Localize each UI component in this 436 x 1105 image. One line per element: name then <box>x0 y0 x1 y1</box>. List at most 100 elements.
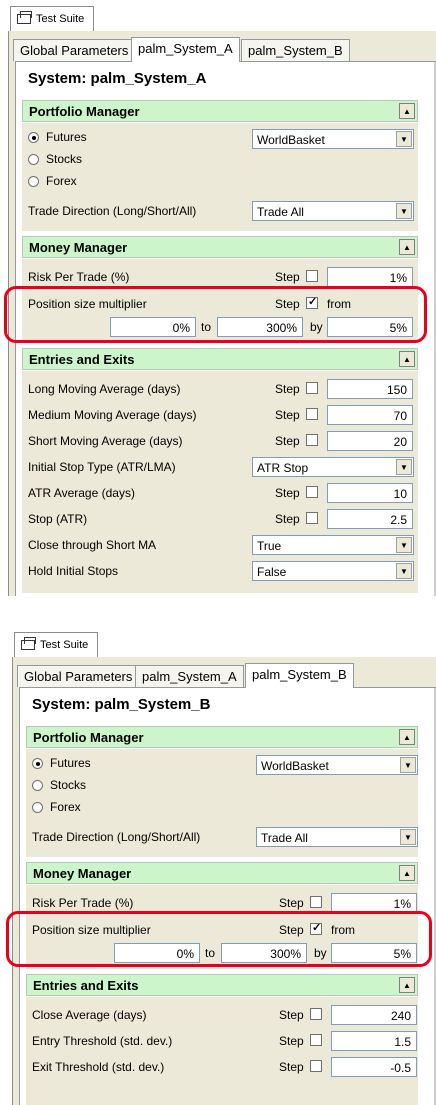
forex-label: Forex <box>50 800 81 814</box>
collapse-portfolio-button[interactable]: ▲ <box>399 103 415 119</box>
close-average-input[interactable]: 240 <box>331 1005 417 1025</box>
step-label: Step <box>279 1060 304 1074</box>
long-ma-step-checkbox[interactable] <box>306 382 318 394</box>
portfolio-manager-panel: Futures Stocks Forex WorldBasket ▼ Trade… <box>22 123 418 231</box>
tab-palm-system-a[interactable]: palm_System_A <box>135 665 244 687</box>
chevron-down-icon[interactable]: ▼ <box>400 757 416 773</box>
trade-direction-label: Trade Direction (Long/Short/All) <box>28 204 197 218</box>
risk-step-checkbox[interactable] <box>310 896 322 908</box>
futures-radio[interactable] <box>32 758 43 769</box>
test-suite-tab[interactable]: Test Suite <box>14 632 98 657</box>
initial-stop-value: ATR Stop <box>257 461 309 475</box>
stocks-label: Stocks <box>50 778 87 792</box>
stop-atr-label: Stop (ATR) <box>28 512 88 526</box>
step-label: Step <box>275 408 300 422</box>
exit-threshold-input[interactable]: -0.5 <box>331 1057 417 1077</box>
short-ma-label: Short Moving Average (days) <box>28 434 183 448</box>
chevron-down-icon[interactable]: ▼ <box>396 537 412 553</box>
forex-radio[interactable] <box>28 176 39 187</box>
stocks-radio[interactable] <box>28 154 39 165</box>
risk-per-trade-input[interactable]: 1% <box>331 893 417 913</box>
test-suite-label: Test Suite <box>36 13 85 25</box>
exit-threshold-label: Exit Threshold (std. dev.) <box>32 1060 165 1074</box>
money-manager-header[interactable]: Money Manager ▲ <box>22 236 418 258</box>
chevron-down-icon[interactable]: ▼ <box>396 203 412 219</box>
portfolio-manager-header[interactable]: Portfolio Manager ▲ <box>26 726 418 748</box>
collapse-money-button[interactable]: ▲ <box>399 865 415 881</box>
step-label: Step <box>275 434 300 448</box>
money-manager-title: Money Manager <box>33 866 132 881</box>
trade-direction-value: Trade All <box>261 831 308 845</box>
trade-direction-select[interactable]: Trade All ▼ <box>256 827 418 847</box>
test-suite-tab[interactable]: Test Suite <box>10 6 94 31</box>
portfolio-select[interactable]: WorldBasket ▼ <box>256 755 418 775</box>
step-label: Step <box>275 512 300 526</box>
entry-threshold-step-checkbox[interactable] <box>310 1034 322 1046</box>
collapse-money-button[interactable]: ▲ <box>399 239 415 255</box>
stop-atr-step-checkbox[interactable] <box>306 512 318 524</box>
chevron-down-icon[interactable]: ▼ <box>396 563 412 579</box>
medium-ma-step-checkbox[interactable] <box>306 408 318 420</box>
entries-exits-title: Entries and Exits <box>33 978 139 993</box>
entries-exits-header[interactable]: Entries and Exits ▲ <box>22 348 418 370</box>
trade-direction-select[interactable]: Trade All ▼ <box>252 201 414 221</box>
triangle-up-icon: ▲ <box>403 242 411 252</box>
collapse-entries-button[interactable]: ▲ <box>399 977 415 993</box>
close-short-ma-label: Close through Short MA <box>28 538 157 552</box>
collapse-portfolio-button[interactable]: ▲ <box>399 729 415 745</box>
short-ma-step-checkbox[interactable] <box>306 434 318 446</box>
close-short-ma-value: True <box>257 539 282 553</box>
forex-radio[interactable] <box>32 802 43 813</box>
triangle-up-icon: ▲ <box>403 980 411 990</box>
close-average-label: Close Average (days) <box>32 1008 147 1022</box>
risk-step-checkbox[interactable] <box>306 270 318 282</box>
triangle-up-icon: ▲ <box>403 868 411 878</box>
tab-palm-system-b[interactable]: palm_System_B <box>241 39 350 61</box>
stop-atr-input[interactable]: 2.5 <box>327 509 413 529</box>
futures-radio[interactable] <box>28 132 39 143</box>
window-icon <box>17 11 32 24</box>
medium-ma-input[interactable]: 70 <box>327 405 413 425</box>
window-icon <box>21 637 36 650</box>
short-ma-input[interactable]: 20 <box>327 431 413 451</box>
tab-palm-system-a[interactable]: palm_System_A <box>131 37 240 62</box>
highlight-annotation <box>4 286 427 343</box>
stocks-radio[interactable] <box>32 780 43 791</box>
tab-palm-system-b[interactable]: palm_System_B <box>245 663 354 688</box>
risk-per-trade-label: Risk Per Trade (%) <box>32 896 134 910</box>
exit-threshold-step-checkbox[interactable] <box>310 1060 322 1072</box>
money-manager-title: Money Manager <box>29 240 128 255</box>
atr-average-step-checkbox[interactable] <box>306 486 318 498</box>
close-short-ma-select[interactable]: True ▼ <box>252 535 414 555</box>
test-suite-label: Test Suite <box>40 639 89 651</box>
tab-global-parameters[interactable]: Global Parameters <box>13 39 136 61</box>
highlight-annotation <box>6 911 432 967</box>
money-manager-header[interactable]: Money Manager ▲ <box>26 862 418 884</box>
hold-initial-stops-select[interactable]: False ▼ <box>252 561 414 581</box>
system-title: System: palm_System_A <box>28 70 207 87</box>
stocks-label: Stocks <box>46 152 83 166</box>
chevron-down-icon[interactable]: ▼ <box>400 829 416 845</box>
triangle-up-icon: ▲ <box>403 106 411 116</box>
chevron-down-icon[interactable]: ▼ <box>396 459 412 475</box>
entry-threshold-input[interactable]: 1.5 <box>331 1031 417 1051</box>
atr-average-label: ATR Average (days) <box>28 486 135 500</box>
entry-threshold-label: Entry Threshold (std. dev.) <box>32 1034 173 1048</box>
step-label: Step <box>279 1008 304 1022</box>
system-a-window: Test Suite Global Parameters palm_System… <box>0 0 436 596</box>
collapse-entries-button[interactable]: ▲ <box>399 351 415 367</box>
portfolio-manager-header[interactable]: Portfolio Manager ▲ <box>22 100 418 122</box>
close-average-step-checkbox[interactable] <box>310 1008 322 1020</box>
system-tabs: Global Parameters palm_System_A palm_Sys… <box>9 37 436 62</box>
entries-exits-header[interactable]: Entries and Exits ▲ <box>26 974 418 996</box>
chevron-down-icon[interactable]: ▼ <box>396 131 412 147</box>
risk-per-trade-input[interactable]: 1% <box>327 267 413 287</box>
futures-label: Futures <box>46 130 87 144</box>
initial-stop-select[interactable]: ATR Stop ▼ <box>252 457 414 477</box>
atr-average-input[interactable]: 10 <box>327 483 413 503</box>
portfolio-select[interactable]: WorldBasket ▼ <box>252 129 414 149</box>
portfolio-manager-title: Portfolio Manager <box>33 730 144 745</box>
tab-global-parameters[interactable]: Global Parameters <box>17 665 140 687</box>
suite-tab-bar: Test Suite <box>4 626 436 658</box>
long-ma-input[interactable]: 150 <box>327 379 413 399</box>
